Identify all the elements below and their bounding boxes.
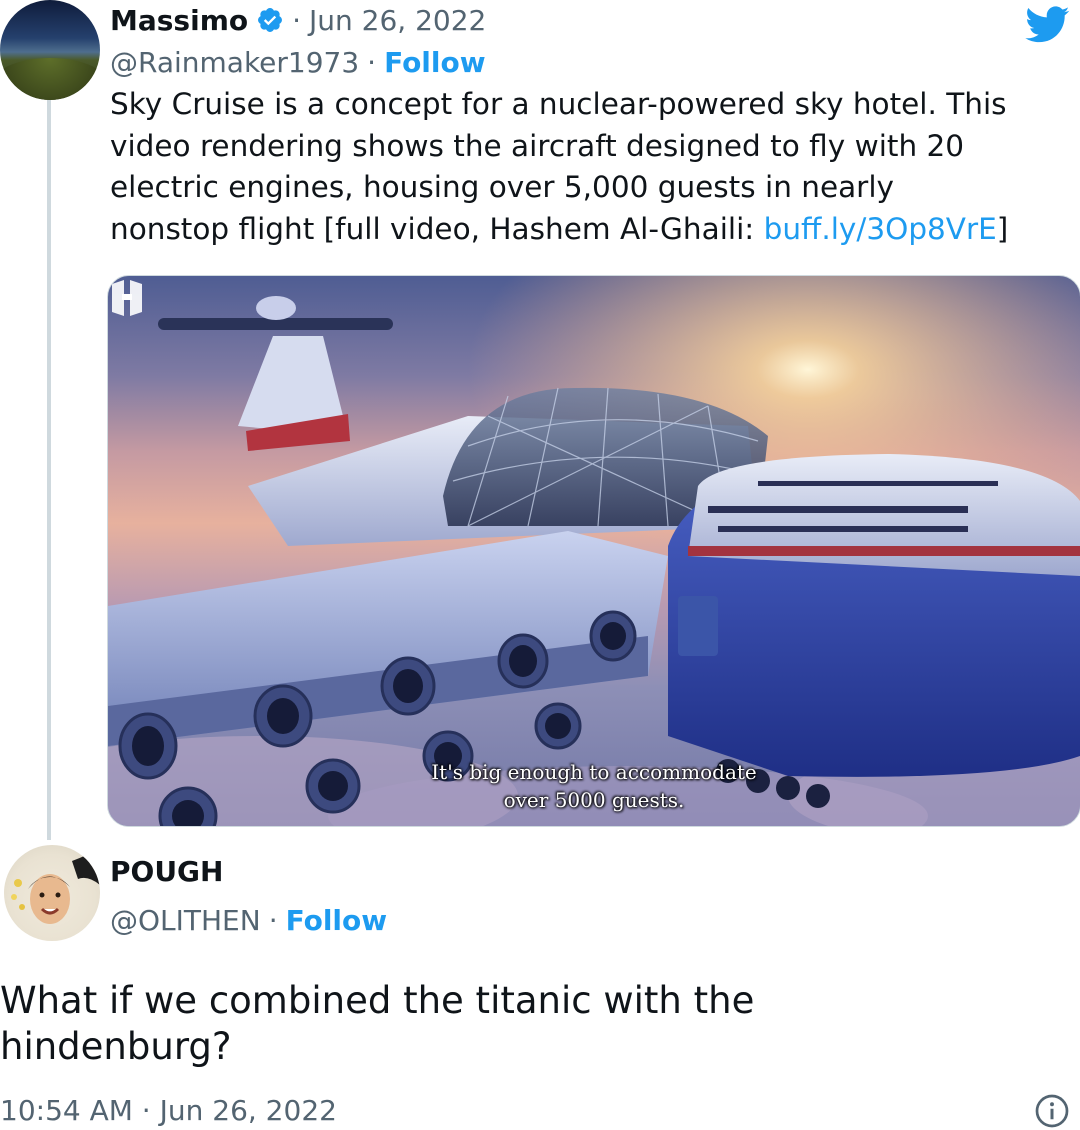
reply-text-line: hindenburg? [0, 1025, 232, 1068]
tweet-text-segment: ] [996, 211, 1009, 246]
reply-timestamp[interactable]: 10:54 AM · Jun 26, 2022 [0, 1094, 337, 1127]
follow-button[interactable]: Follow [286, 904, 388, 937]
author-name[interactable]: Massimo [110, 4, 248, 37]
reply-handle-row: @OLITHEN · Follow [110, 898, 387, 942]
video-subtitle: It's big enough to accommodate over 5000… [108, 758, 1080, 814]
tweet-date[interactable]: Jun 26, 2022 [309, 4, 486, 37]
tweet-text: Sky Cruise is a concept for a nuclear-po… [110, 84, 1070, 250]
reply-author-name[interactable]: POUGH [110, 855, 223, 888]
follow-button[interactable]: Follow [384, 46, 486, 79]
channel-logo-icon [112, 280, 142, 316]
separator-dot: · [367, 45, 377, 79]
video-subtitle-line: over 5000 guests. [503, 788, 685, 812]
tweet-text-segment: nonstop flight [full video, Hashem Al-Gh… [110, 211, 764, 246]
reply-text: What if we combined the titanic with the… [0, 978, 1060, 1070]
info-icon[interactable] [1034, 1093, 1070, 1129]
reply-author-avatar[interactable] [4, 845, 100, 941]
author-handle[interactable]: @Rainmaker1973 [110, 46, 359, 79]
tweet-media-video[interactable]: It's big enough to accommodate over 5000… [107, 275, 1080, 827]
tweet-text-line: Sky Cruise is a concept for a nuclear-po… [110, 87, 1007, 121]
verified-badge-icon [258, 8, 283, 32]
tweet-text-line: nonstop flight [full video, Hashem Al-Gh… [110, 209, 1070, 251]
tweet-text-line: electric engines, housing over 5,000 gue… [110, 170, 894, 204]
reply-text-line: What if we combined the titanic with the [0, 979, 755, 1022]
author-avatar[interactable] [0, 0, 100, 100]
reply-author-handle[interactable]: @OLITHEN [110, 904, 261, 937]
separator-dot: · [268, 903, 278, 937]
video-subtitle-line: It's big enough to accommodate [431, 760, 757, 784]
separator-dot: · [292, 3, 302, 37]
tweet-text-line: video rendering shows the aircraft desig… [110, 128, 965, 163]
author-name-row: Massimo · Jun 26, 2022 [110, 0, 486, 40]
twitter-bird-icon[interactable] [1024, 2, 1072, 46]
thread-connector [47, 100, 51, 840]
author-handle-row: @Rainmaker1973 · Follow [110, 42, 486, 82]
sky-cruise-render [108, 276, 1080, 826]
tweet-link[interactable]: buff.ly/3Op8VrE [764, 212, 997, 246]
